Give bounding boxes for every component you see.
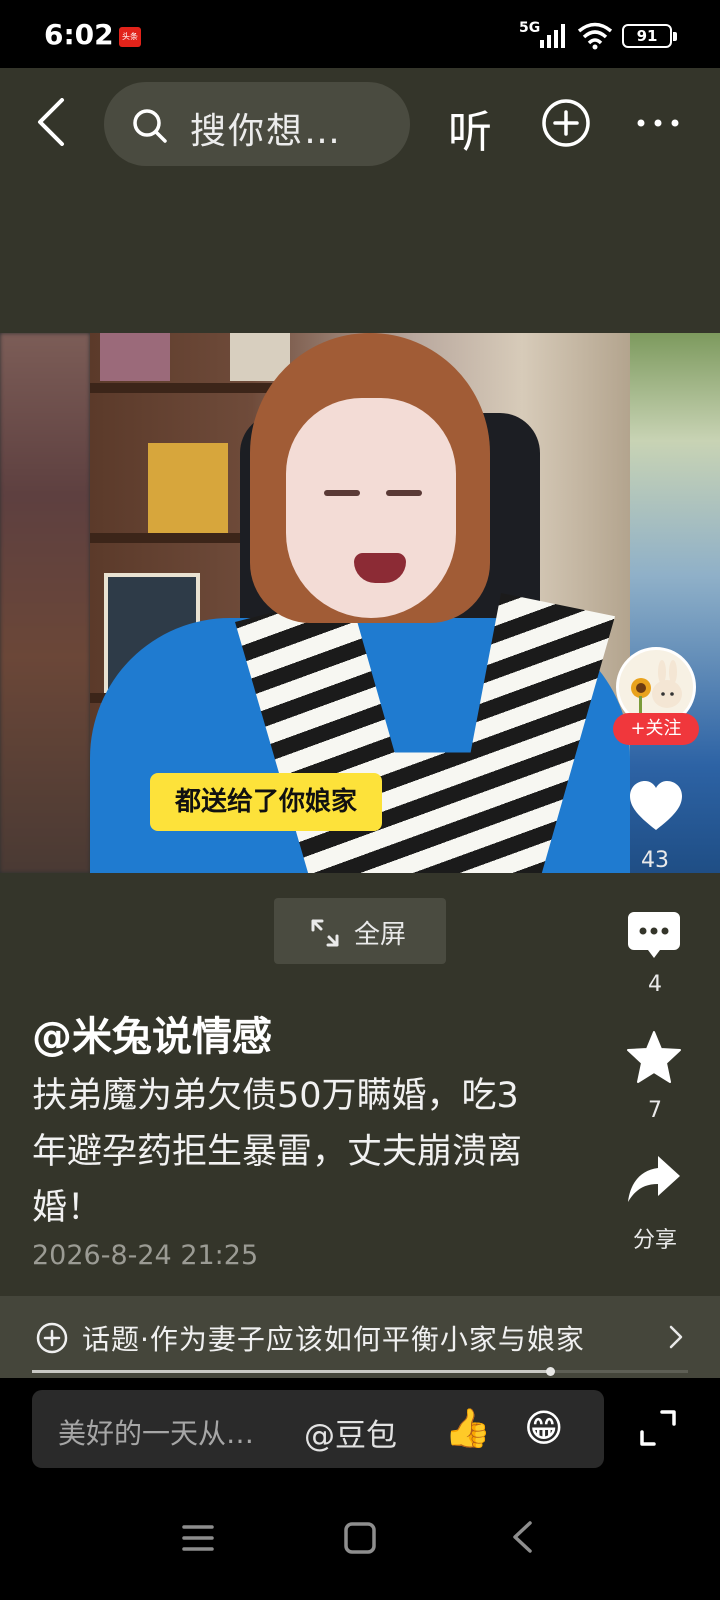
author-name[interactable]: @米兔说情感	[32, 1004, 272, 1062]
toutiao-app-icon: 头条	[119, 27, 141, 47]
video-blur-left	[0, 333, 90, 873]
home-icon[interactable]	[344, 1522, 376, 1554]
search-placeholder: 搜你想…	[190, 111, 343, 152]
follow-button[interactable]: +关注	[613, 713, 699, 745]
back-arrow-icon[interactable]	[36, 98, 66, 146]
search-icon	[133, 109, 167, 143]
system-nav-bar	[0, 1478, 720, 1600]
add-circle-icon[interactable]	[541, 98, 591, 148]
recent-apps-icon[interactable]	[182, 1524, 214, 1552]
fullscreen-label: 全屏	[354, 920, 407, 950]
video-progress-fill	[32, 1370, 551, 1373]
post-description: 扶弟魔为弟欠债50万瞒婚，吃3年避孕药拒生暴雷，丈夫崩溃离婚！	[32, 1076, 523, 1228]
nav-back-icon[interactable]	[510, 1520, 534, 1554]
star-icon[interactable]	[626, 1030, 682, 1084]
like-count: 43	[641, 848, 669, 873]
chevron-right-icon	[669, 1325, 683, 1349]
signal-icon	[540, 24, 565, 48]
heart-icon[interactable]	[628, 780, 684, 832]
share-arrow-icon[interactable]	[626, 1154, 682, 1206]
topic-plus-icon	[36, 1322, 68, 1354]
battery-indicator: 91	[622, 24, 677, 48]
status-time: 6:02	[44, 18, 114, 51]
comment-icon[interactable]	[626, 910, 682, 962]
thumbs-up-emoji-icon[interactable]: 👍	[444, 1406, 491, 1451]
topic-label: 话题·作为妻子应该如何平衡小家与娘家	[82, 1323, 585, 1356]
grin-emoji-icon[interactable]: 😁	[524, 1406, 564, 1450]
comment-input[interactable]: 美好的一天从… @豆包 👍 😁	[32, 1390, 604, 1468]
fullscreen-icon	[311, 919, 339, 947]
more-options-icon[interactable]	[636, 118, 680, 128]
listen-button[interactable]: 听	[448, 96, 492, 160]
mention-doubao-button[interactable]: @豆包	[304, 1410, 397, 1455]
fullscreen-button[interactable]: 全屏	[274, 898, 446, 964]
expand-icon[interactable]	[640, 1410, 676, 1446]
search-box[interactable]: 搜你想…	[104, 82, 410, 166]
post-date: 2026-8-24 21:25	[32, 1240, 259, 1271]
comment-count: 4	[648, 972, 662, 997]
status-bar: 6:02 头条 5G 91	[0, 0, 720, 68]
comment-bar: 美好的一天从… @豆包 👍 😁	[0, 1378, 720, 1478]
share-label: 分享	[632, 1228, 677, 1253]
video-progress-bar[interactable]	[32, 1367, 688, 1376]
topic-bar[interactable]: 话题·作为妻子应该如何平衡小家与娘家	[0, 1296, 720, 1378]
comment-placeholder: 美好的一天从…	[58, 1417, 255, 1450]
video-subtitle: 都送给了你娘家	[150, 773, 382, 831]
video-player[interactable]: 都送给了你娘家	[0, 333, 720, 873]
wifi-icon	[577, 22, 613, 50]
favorite-count: 7	[648, 1098, 662, 1123]
video-person-face	[286, 398, 456, 618]
